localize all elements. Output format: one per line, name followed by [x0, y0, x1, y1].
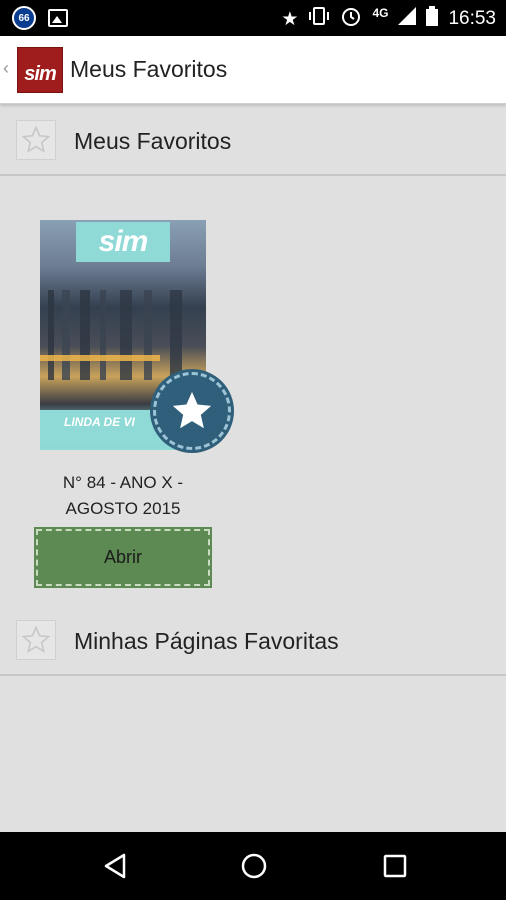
- star-outline-icon: [16, 620, 56, 660]
- back-triangle-icon[interactable]: [102, 852, 130, 880]
- page-title: Meus Favoritos: [70, 56, 228, 82]
- cover-cityscape: [40, 290, 206, 380]
- signal-icon: [398, 7, 417, 31]
- cover-headline: LINDA DE VI: [64, 415, 135, 429]
- open-button[interactable]: Abrir: [34, 527, 212, 588]
- star-badge-icon[interactable]: [153, 372, 231, 450]
- issue-title: N° 84 - ANO X - AGOSTO 2015: [40, 470, 206, 522]
- recent-apps-square-icon[interactable]: [381, 852, 409, 880]
- network-type: 4G: [372, 6, 389, 20]
- favorite-pages-section-label: Minhas Páginas Favoritas: [74, 628, 339, 654]
- back-chevron-icon[interactable]: ‹: [3, 58, 9, 79]
- issue-title-line1: N° 84 - ANO X -: [62, 473, 184, 492]
- notification-badge-icon: 66: [12, 6, 36, 30]
- image-notification-icon: [48, 9, 68, 27]
- home-circle-icon[interactable]: [240, 852, 268, 880]
- app-bar: ‹ sim Meus Favoritos: [0, 36, 506, 104]
- vibrate-icon: [308, 6, 330, 32]
- favorites-section-header[interactable]: Meus Favoritos: [0, 104, 506, 176]
- status-bar: 66 ★ 4G 16:53: [0, 0, 506, 36]
- issue-title-line2: AGOSTO 2015: [65, 499, 181, 518]
- app-logo[interactable]: sim: [17, 47, 63, 93]
- navigation-bar: [0, 832, 506, 900]
- star-outline-icon: [16, 120, 56, 160]
- star-status-icon: ★: [281, 8, 299, 30]
- clock: 16:53: [448, 8, 496, 29]
- favorite-pages-section-header[interactable]: Minhas Páginas Favoritas: [0, 604, 506, 676]
- cover-masthead: sim: [76, 222, 170, 262]
- cover-bridge: [40, 355, 160, 361]
- favorites-section-label: Meus Favoritos: [74, 128, 232, 154]
- alarm-icon: [340, 5, 362, 33]
- battery-icon: [426, 6, 439, 32]
